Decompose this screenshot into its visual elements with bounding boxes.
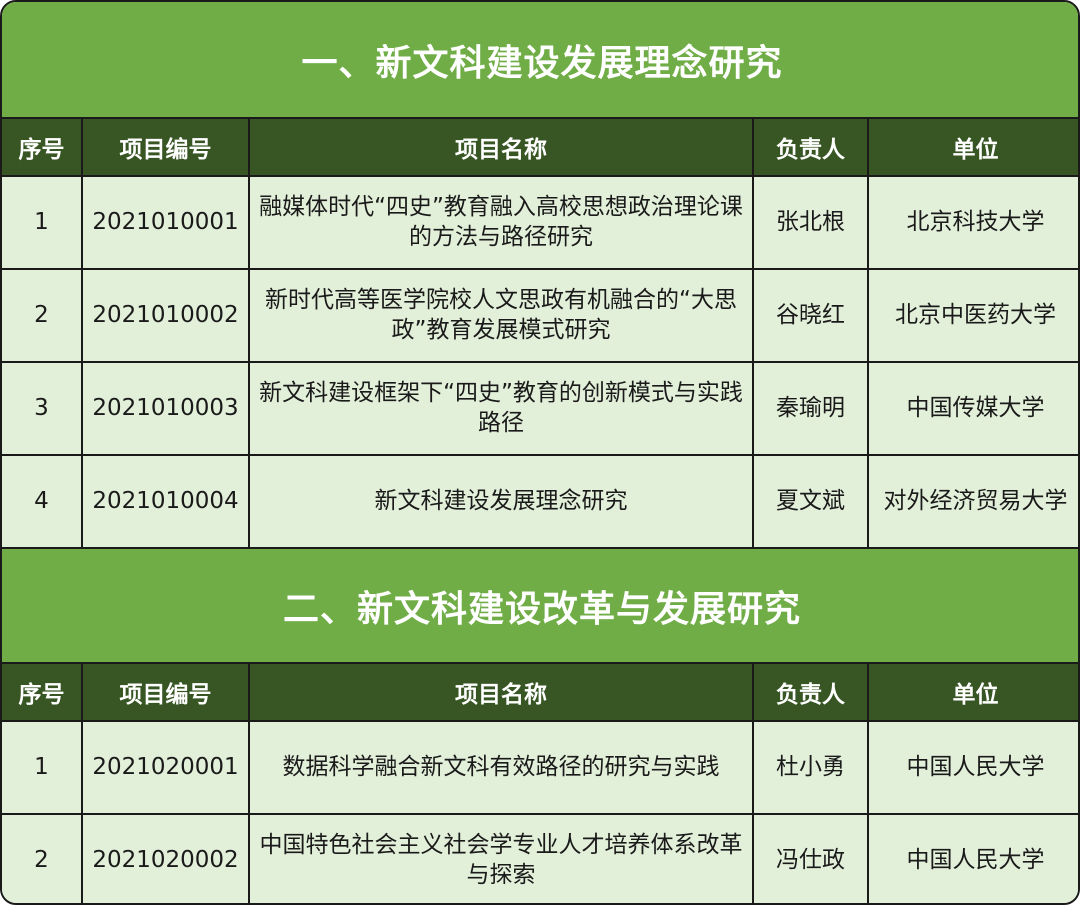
cell-unit: 中国人民大学 (866, 813, 1078, 903)
section-2-table: 二、新文科建设改革与发展研究 序号 项目编号 项目名称 负责人 单位 1 202… (2, 549, 1078, 903)
cell-owner: 杜小勇 (752, 720, 869, 815)
cell-project-name: 新文科建设框架下“四史”教育的创新模式与实践路径 (248, 361, 754, 456)
table-row: 1 2021010001 融媒体时代“四史”教育融入高校思想政治理论课的方法与路… (2, 175, 1078, 270)
cell-unit: 北京科技大学 (866, 175, 1078, 270)
table-row: 2 2021010002 新时代高等医学院校人文思政有机融合的“大思政”教育发展… (2, 268, 1078, 363)
cell-project-name: 数据科学融合新文科有效路径的研究与实践 (248, 720, 754, 815)
cell-project-code: 2021020002 (81, 813, 250, 903)
section-1-table: 一、新文科建设发展理念研究 序号 项目编号 项目名称 负责人 单位 1 2021… (2, 2, 1078, 549)
section-2-title: 二、新文科建设改革与发展研究 (2, 549, 1078, 664)
project-list-sheet: 一、新文科建设发展理念研究 序号 项目编号 项目名称 负责人 单位 1 2021… (0, 0, 1080, 905)
cell-serial: 2 (2, 268, 83, 363)
cell-project-name: 新文科建设发展理念研究 (248, 454, 754, 549)
header-serial: 序号 (2, 662, 83, 722)
cell-serial: 2 (2, 813, 83, 903)
section-2-header-row: 序号 项目编号 项目名称 负责人 单位 (2, 662, 1078, 722)
cell-project-code: 2021010004 (81, 454, 250, 549)
table-row: 2 2021020002 中国特色社会主义社会学专业人才培养体系改革与探索 冯仕… (2, 813, 1078, 903)
header-unit: 单位 (866, 117, 1078, 177)
cell-project-code: 2021010003 (81, 361, 250, 456)
header-owner: 负责人 (752, 117, 869, 177)
table-row: 4 2021010004 新文科建设发展理念研究 夏文斌 对外经济贸易大学 (2, 454, 1078, 549)
cell-unit: 中国人民大学 (866, 720, 1078, 815)
header-project-code: 项目编号 (81, 117, 250, 177)
header-project-name: 项目名称 (248, 117, 754, 177)
header-serial: 序号 (2, 117, 83, 177)
table-row: 1 2021020001 数据科学融合新文科有效路径的研究与实践 杜小勇 中国人… (2, 720, 1078, 815)
cell-project-name: 中国特色社会主义社会学专业人才培养体系改革与探索 (248, 813, 754, 903)
cell-serial: 3 (2, 361, 83, 456)
cell-unit: 对外经济贸易大学 (866, 454, 1078, 549)
header-unit: 单位 (866, 662, 1078, 722)
cell-owner: 秦瑜明 (752, 361, 869, 456)
section-1-header-row: 序号 项目编号 项目名称 负责人 单位 (2, 117, 1078, 177)
cell-serial: 1 (2, 175, 83, 270)
cell-owner: 冯仕政 (752, 813, 869, 903)
cell-project-name: 新时代高等医学院校人文思政有机融合的“大思政”教育发展模式研究 (248, 268, 754, 363)
cell-serial: 1 (2, 720, 83, 815)
cell-unit: 中国传媒大学 (866, 361, 1078, 456)
cell-owner: 夏文斌 (752, 454, 869, 549)
section-1-title: 一、新文科建设发展理念研究 (2, 2, 1078, 119)
cell-project-code: 2021020001 (81, 720, 250, 815)
header-project-name: 项目名称 (248, 662, 754, 722)
cell-unit: 北京中医药大学 (866, 268, 1078, 363)
cell-serial: 4 (2, 454, 83, 549)
cell-project-code: 2021010001 (81, 175, 250, 270)
header-owner: 负责人 (752, 662, 869, 722)
table-row: 3 2021010003 新文科建设框架下“四史”教育的创新模式与实践路径 秦瑜… (2, 361, 1078, 456)
cell-owner: 谷晓红 (752, 268, 869, 363)
header-project-code: 项目编号 (81, 662, 250, 722)
cell-project-name: 融媒体时代“四史”教育融入高校思想政治理论课的方法与路径研究 (248, 175, 754, 270)
cell-owner: 张北根 (752, 175, 869, 270)
cell-project-code: 2021010002 (81, 268, 250, 363)
